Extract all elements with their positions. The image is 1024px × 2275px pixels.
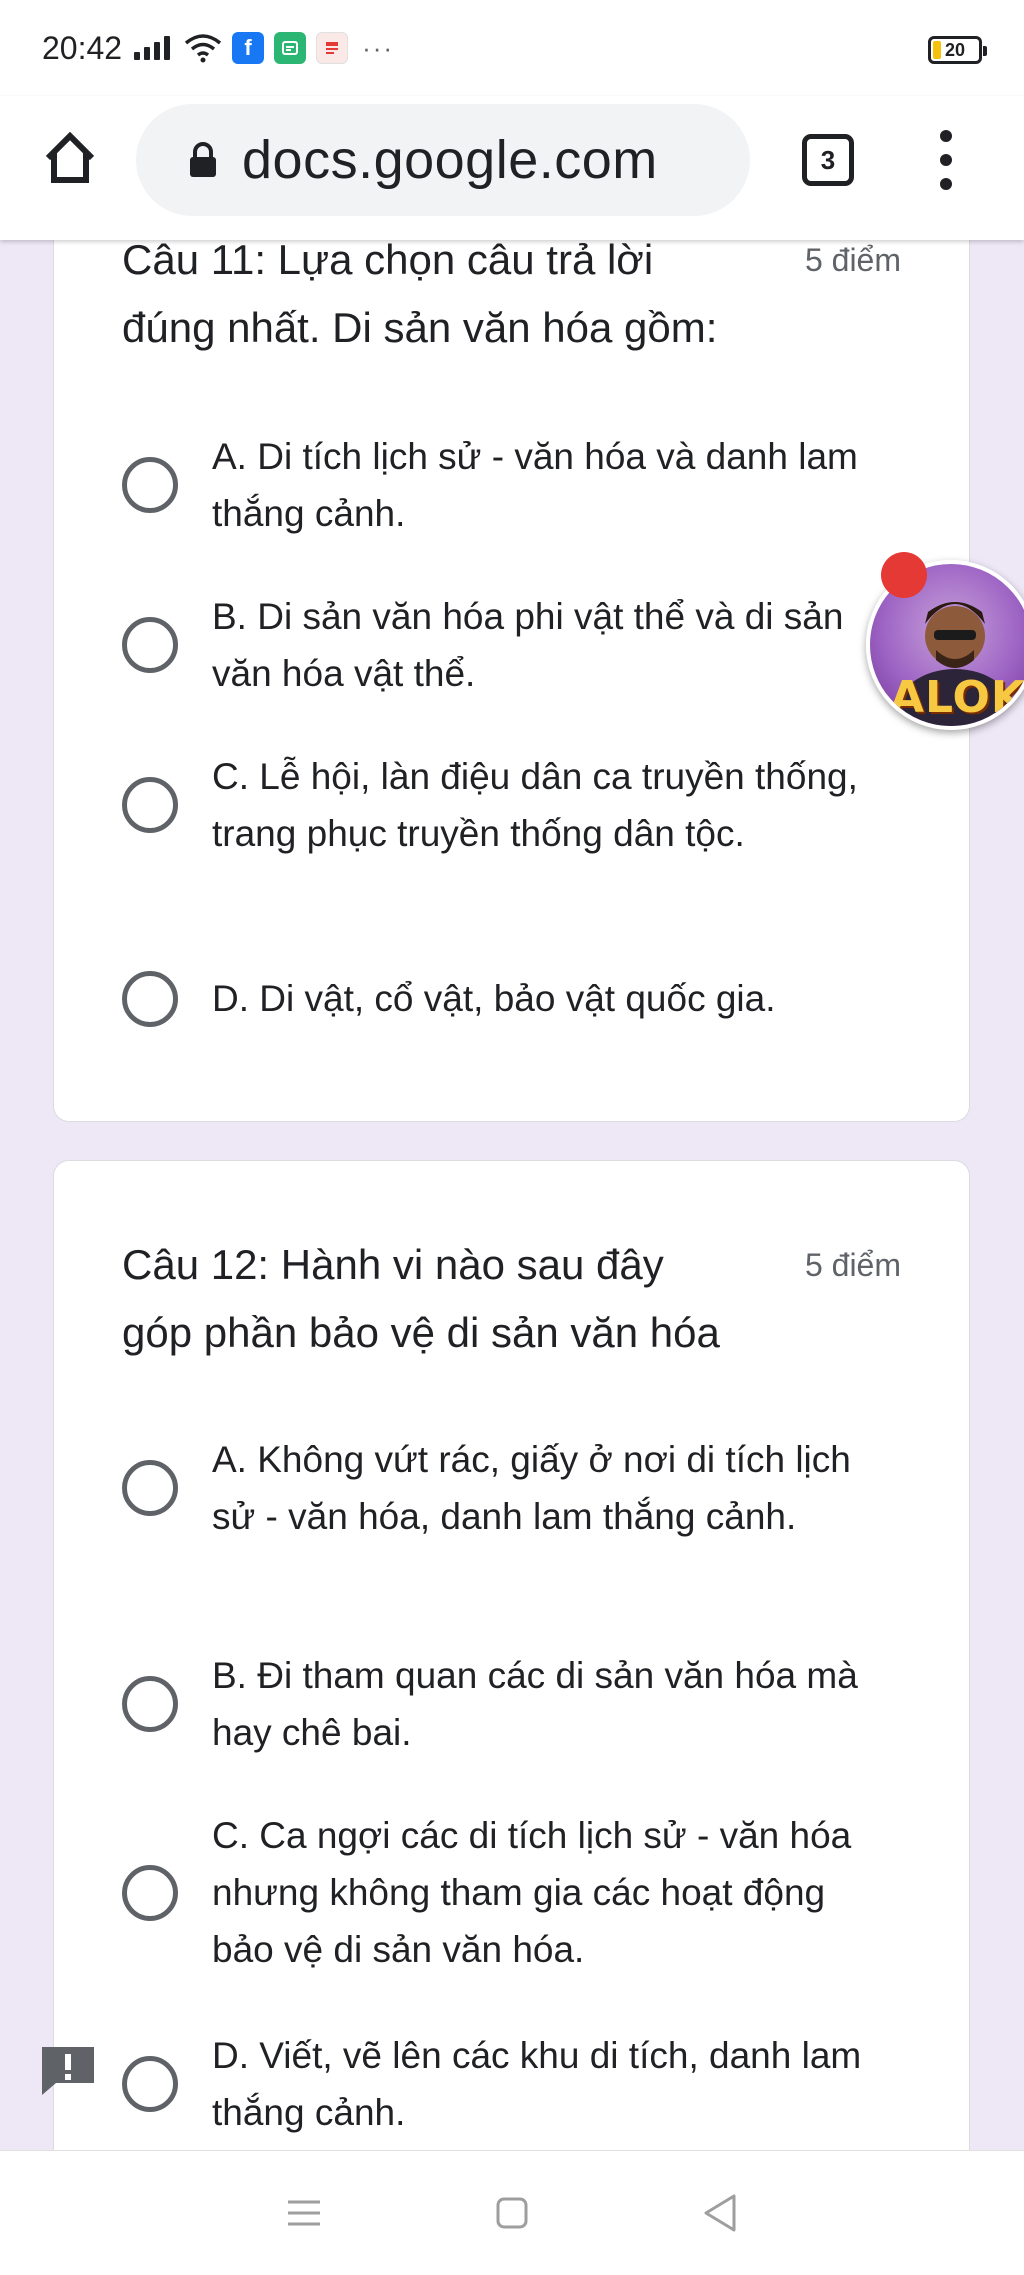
answer-option-d[interactable]: D. Viết, vẽ lên các khu di tích, danh la… <box>122 2027 922 2141</box>
option-label: D. Di vật, cổ vật, bảo vật quốc gia. <box>212 978 776 1019</box>
facebook-icon: f <box>232 32 265 64</box>
recents-button[interactable] <box>274 2183 334 2243</box>
home-nav-button[interactable] <box>482 2183 542 2243</box>
browser-toolbar: docs.google.com 3 <box>0 96 1024 240</box>
answer-option-b[interactable]: B. Đi tham quan các di sản văn hóa mà ha… <box>122 1647 922 1761</box>
browser-menu-button[interactable] <box>926 130 966 190</box>
question-title: Câu 11: Lựa chọn câu trả lời đúng nhất. … <box>122 236 718 351</box>
news-app-icon <box>316 32 349 64</box>
question-points: 5 điểm <box>804 242 901 278</box>
option-label: B. Di sản văn hóa phi vật thể và di sản … <box>212 596 844 694</box>
question-card-11: Câu 11: Lựa chọn câu trả lời đúng nhất. … <box>53 200 970 1122</box>
option-label: A. Không vứt rác, giấy ở nơi di tích lịc… <box>212 1439 851 1537</box>
menu-dot-icon <box>940 178 952 190</box>
status-bar: 20:42 f ··· 20 <box>0 0 1024 96</box>
status-more-icon: ··· <box>362 32 395 63</box>
option-label: C. Lễ hội, làn điệu dân ca truyền thống,… <box>212 756 858 854</box>
signal-icon <box>134 36 171 60</box>
radio-button[interactable] <box>122 457 178 513</box>
address-bar[interactable]: docs.google.com <box>136 104 750 216</box>
notification-badge <box>881 552 927 598</box>
wifi-icon <box>184 34 222 63</box>
battery-icon: 20 <box>928 36 987 64</box>
question-card-12: Câu 12: Hành vi nào sau đây góp phần bảo… <box>53 1160 970 2160</box>
radio-button[interactable] <box>122 1676 178 1732</box>
status-time: 20:42 <box>42 29 123 66</box>
radio-button[interactable] <box>122 777 178 833</box>
answer-option-d[interactable]: D. Di vật, cổ vật, bảo vật quốc gia. <box>122 970 922 1027</box>
option-label: D. Viết, vẽ lên các khu di tích, danh la… <box>212 2035 862 2133</box>
back-triangle-icon <box>704 2194 736 2232</box>
url-text: docs.google.com <box>242 130 658 190</box>
option-label: C. Ca ngợi các di tích lịch sử - văn hóa… <box>212 1815 852 1970</box>
answer-option-a[interactable]: A. Không vứt rác, giấy ở nơi di tích lịc… <box>122 1431 922 1545</box>
home-button[interactable] <box>36 124 104 192</box>
system-nav-bar <box>0 2150 1024 2275</box>
bubble-label: ALOK <box>890 672 1024 723</box>
home-icon <box>45 131 95 183</box>
radio-button[interactable] <box>122 970 178 1027</box>
answer-option-a[interactable]: A. Di tích lịch sử - văn hóa và danh lam… <box>122 428 922 542</box>
radio-button[interactable] <box>122 1460 178 1516</box>
tab-switcher-button[interactable]: 3 <box>802 134 854 186</box>
lock-icon <box>190 142 216 177</box>
answer-option-b[interactable]: B. Di sản văn hóa phi vật thể và di sản … <box>122 588 922 702</box>
radio-button[interactable] <box>122 1864 178 1921</box>
answer-option-c[interactable]: C. Lễ hội, làn điệu dân ca truyền thống,… <box>122 748 922 862</box>
back-nav-button[interactable] <box>690 2183 750 2243</box>
question-points: 5 điểm <box>804 1247 901 1283</box>
option-label: B. Đi tham quan các di sản văn hóa mà ha… <box>212 1655 858 1753</box>
menu-dot-icon <box>940 130 952 142</box>
report-icon[interactable] <box>40 2043 96 2095</box>
option-label: A. Di tích lịch sử - văn hóa và danh lam… <box>212 436 858 534</box>
radio-button[interactable] <box>122 617 178 673</box>
menu-lines-icon <box>288 2200 320 2226</box>
floating-chat-bubble[interactable]: ALOK <box>866 552 1024 740</box>
answer-option-c[interactable]: C. Ca ngợi các di tích lịch sử - văn hóa… <box>122 1807 922 1978</box>
radio-button[interactable] <box>122 2056 178 2112</box>
menu-dot-icon <box>940 154 952 166</box>
square-icon <box>496 2197 528 2229</box>
app-notification-icon <box>274 32 307 64</box>
battery-level: 20 <box>944 39 966 60</box>
question-title: Câu 12: Hành vi nào sau đây góp phần bảo… <box>122 1241 720 1356</box>
